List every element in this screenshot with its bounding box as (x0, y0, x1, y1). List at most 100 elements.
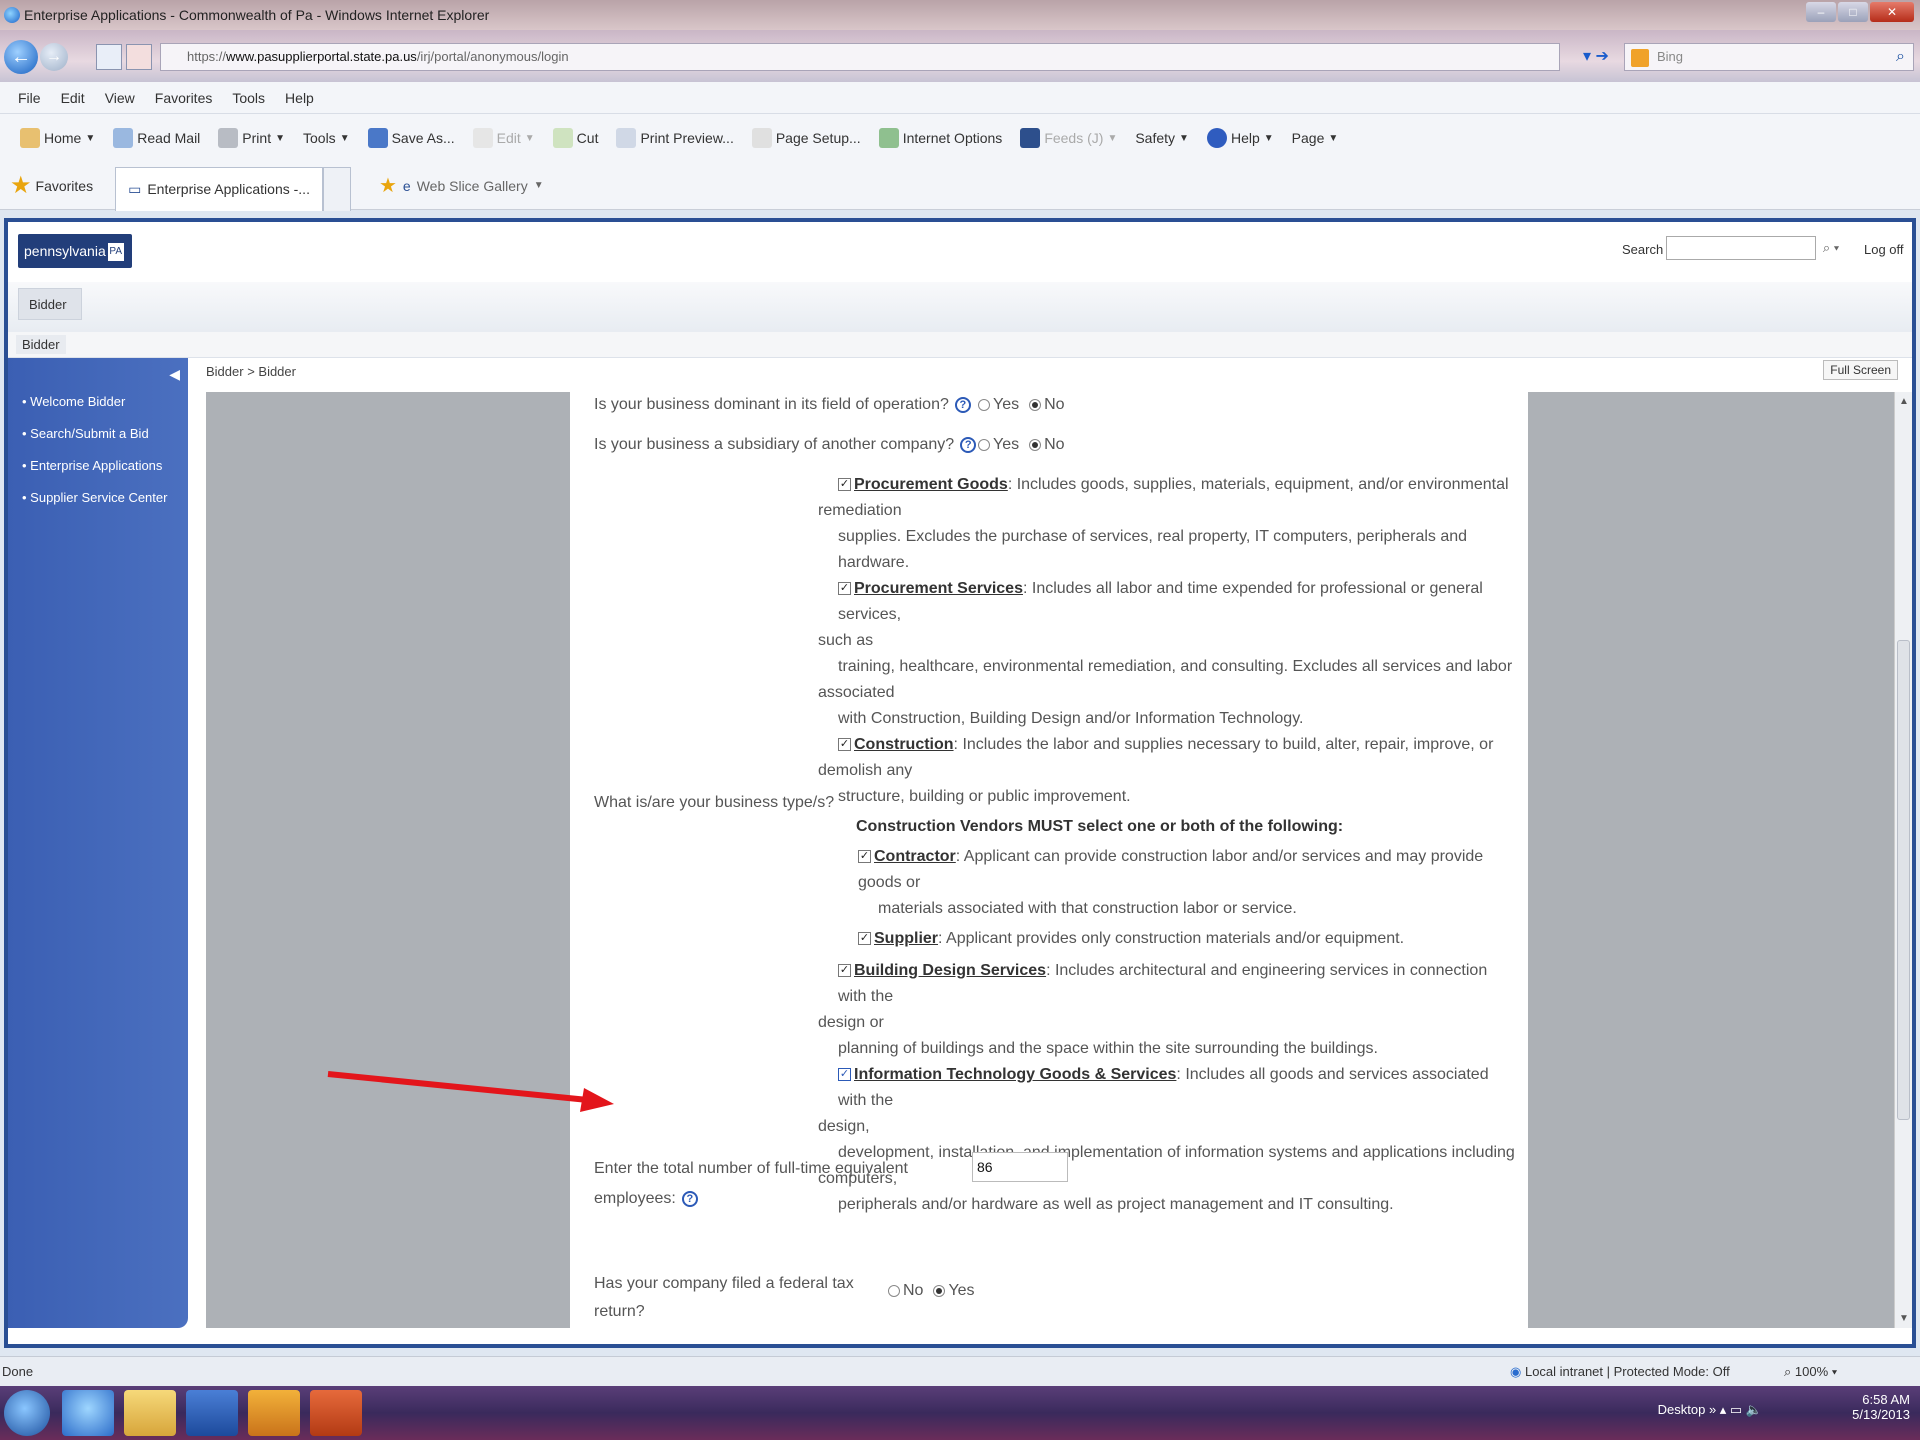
page-button[interactable]: Page ▼ (1292, 130, 1339, 146)
pencil-icon (472, 128, 493, 148)
powerpoint-taskbar-icon[interactable] (310, 1390, 362, 1436)
fullscreen-button[interactable]: Full Screen (1823, 360, 1898, 380)
menu-favorites[interactable]: Favorites (155, 90, 213, 106)
home-icon (20, 128, 40, 148)
window-title: Enterprise Applications - Commonwealth o… (24, 7, 490, 23)
procurement-services-checkbox[interactable]: ✓ (838, 582, 851, 596)
go-button[interactable]: ▾ ➔ (1570, 43, 1622, 71)
back-button[interactable]: ← (4, 40, 38, 74)
minimize-button[interactable]: – (1806, 2, 1836, 22)
nav-welcome-bidder[interactable]: Welcome Bidder (8, 386, 188, 418)
clock-date[interactable]: 5/13/2013 (1852, 1407, 1910, 1422)
portal-search-input[interactable] (1666, 236, 1816, 260)
employees-label: Enter the total number of full-time equi… (594, 1160, 908, 1207)
help-circle-icon (1206, 128, 1227, 148)
left-navigation: ◀ Welcome Bidder Search/Submit a Bid Ent… (8, 358, 188, 1328)
help-icon[interactable]: ? (954, 396, 971, 413)
new-tab-button[interactable] (322, 166, 351, 211)
subsidiary-no-radio[interactable]: No (1029, 436, 1065, 454)
save-as-button[interactable]: Save As... (367, 128, 455, 148)
address-row: ← → https://www.pasupplierportal.state.p… (0, 30, 1920, 82)
dominant-yes-radio[interactable]: Yes (978, 396, 1019, 414)
menu-file[interactable]: File (18, 90, 41, 106)
print-preview-button[interactable]: Print Preview... (616, 128, 734, 148)
dominant-radio-group: Yes No (978, 396, 1065, 414)
window-title-bar: Enterprise Applications - Commonwealth o… (0, 0, 1920, 30)
tax-no-radio[interactable]: No (888, 1282, 923, 1300)
building-design-checkbox[interactable]: ✓ (838, 964, 851, 978)
file-explorer-taskbar-icon[interactable] (124, 1390, 176, 1436)
browser-search-input[interactable]: Bing ⌕ (1624, 43, 1914, 71)
content-scrollbar[interactable]: ▲ ▼ (1894, 392, 1912, 1328)
collapse-nav-icon[interactable]: ◀ (169, 366, 180, 383)
maximize-button[interactable]: □ (1838, 2, 1868, 22)
close-button[interactable]: ✕ (1870, 2, 1914, 22)
dominant-no-radio[interactable]: No (1029, 396, 1065, 414)
portal-frame: pennsylvania PA Search ⌕ ▾ Log off Bidder… (4, 218, 1916, 1348)
ie-icon (4, 7, 20, 23)
menu-edit[interactable]: Edit (61, 90, 85, 106)
cut-button[interactable]: Cut (552, 128, 598, 148)
help-icon[interactable]: ? (681, 1190, 698, 1207)
option-procurement-goods: ✓ Procurement Goods: Includes goods, supp… (838, 476, 1509, 493)
feeds-button[interactable]: Feeds (J) ▼ (1020, 128, 1117, 148)
logoff-link[interactable]: Log off (1864, 242, 1904, 257)
favorites-button[interactable]: Favorites (36, 178, 94, 194)
help-button[interactable]: Help ▼ (1206, 128, 1274, 148)
stop-icon[interactable] (126, 44, 152, 70)
internet-options-button[interactable]: Internet Options (878, 128, 1002, 148)
favorites-star-icon[interactable]: ★ (10, 171, 32, 200)
media-player-taskbar-icon[interactable] (186, 1390, 238, 1436)
portal-search-icon[interactable]: ⌕ ▾ (1816, 236, 1846, 260)
start-button[interactable] (4, 1390, 50, 1436)
information-technology-checkbox[interactable]: ✓ (838, 1068, 851, 1082)
read-mail-button[interactable]: Read Mail (113, 128, 200, 148)
menu-view[interactable]: View (105, 90, 135, 106)
address-bar[interactable]: https://www.pasupplierportal.state.pa.us… (160, 43, 1560, 71)
pennsylvania-logo[interactable]: pennsylvania PA (18, 234, 132, 268)
menu-help[interactable]: Help (285, 90, 314, 106)
construction-checkbox[interactable]: ✓ (838, 738, 851, 752)
tools-button[interactable]: Tools ▼ (303, 130, 350, 146)
tab-bidder[interactable]: Bidder (18, 288, 82, 320)
contractor-checkbox[interactable]: ✓ (858, 850, 871, 864)
zoom-level[interactable]: ⌕ 100% ▾ (1784, 1357, 1837, 1387)
browser-tab-active[interactable]: ▭ Enterprise Applications -... (115, 166, 323, 211)
scroll-up-icon[interactable]: ▲ (1899, 396, 1909, 407)
procurement-goods-checkbox[interactable]: ✓ (838, 478, 851, 492)
url-path: /irj/portal/anonymous/login (416, 49, 569, 64)
page-setup-button[interactable]: Page Setup... (751, 128, 861, 148)
home-button[interactable]: Home ▼ (20, 128, 95, 148)
help-icon[interactable]: ? (960, 436, 977, 453)
question-business-type: What is/are your business type/s? (594, 794, 835, 811)
subtab-bidder[interactable]: Bidder (16, 335, 66, 354)
subsidiary-yes-radio[interactable]: Yes (978, 436, 1019, 454)
outlook-taskbar-icon[interactable] (248, 1390, 300, 1436)
breadcrumb[interactable]: Bidder > Bidder (206, 364, 296, 379)
compatibility-icon[interactable] (96, 44, 122, 70)
command-bar: Home ▼ Read Mail Print ▼ Tools ▼ Save As...… (0, 114, 1920, 162)
nav-enterprise-applications[interactable]: Enterprise Applications (8, 450, 188, 482)
supplier-checkbox[interactable]: ✓ (858, 932, 871, 946)
scrollbar-thumb[interactable] (1897, 640, 1910, 1120)
tax-yes-radio[interactable]: Yes (933, 1282, 975, 1300)
nav-supplier-service-center[interactable]: Supplier Service Center (8, 482, 188, 514)
employees-input[interactable] (972, 1152, 1068, 1182)
business-type-options: ✓ Procurement Goods: Includes goods, supp… (818, 472, 1518, 1218)
menu-tools[interactable]: Tools (232, 90, 265, 106)
edit-button[interactable]: Edit ▼ (472, 128, 535, 148)
scroll-down-icon[interactable]: ▼ (1899, 1313, 1909, 1324)
nav-search-submit-bid[interactable]: Search/Submit a Bid (8, 418, 188, 450)
web-slice-gallery[interactable]: ★ e Web Slice Gallery ▼ (379, 173, 544, 198)
page-favicon-icon: ▭ (128, 180, 142, 197)
internet-explorer-taskbar-icon[interactable] (62, 1390, 114, 1436)
tax-return-label: Has your company filed a federal tax ret… (594, 1275, 854, 1320)
search-icon[interactable]: ⌕ (1896, 44, 1905, 70)
clock-time[interactable]: 6:58 AM (1852, 1392, 1910, 1407)
print-button[interactable]: Print ▼ (218, 128, 285, 148)
print-preview-icon (616, 128, 637, 148)
forward-button[interactable]: → (40, 43, 68, 71)
portal-header: pennsylvania PA Search ⌕ ▾ Log off (8, 222, 1912, 282)
desktop-toolbar[interactable]: Desktop » ▴ ▭ 🔈 (1658, 1402, 1762, 1418)
safety-button[interactable]: Safety ▼ (1135, 130, 1189, 146)
